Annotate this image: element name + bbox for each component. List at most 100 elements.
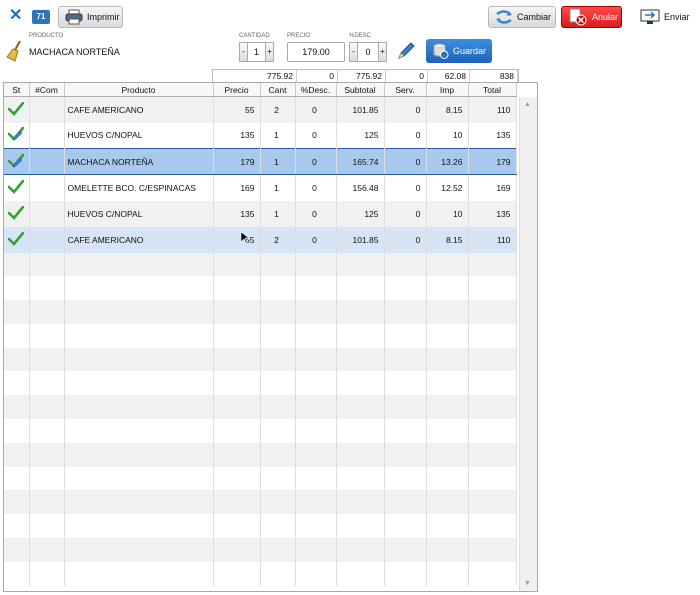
empty-cell (468, 371, 517, 396)
status-cell (4, 226, 30, 253)
cell-subtotal: 165.74 (336, 148, 385, 175)
table-row[interactable]: HUEVOS C/NOPAL 135 1 0 125 0 10 135 (4, 200, 517, 227)
quantity-decrement-button[interactable]: - (239, 42, 248, 62)
cell-desc: 0 (295, 226, 337, 253)
price-input[interactable]: 179.00 (287, 42, 345, 62)
empty-cell (295, 561, 337, 586)
empty-cell (468, 442, 517, 467)
empty-cell (64, 371, 214, 396)
column-header[interactable]: Serv. (384, 83, 427, 97)
check-icon (7, 205, 25, 220)
empty-cell (384, 347, 427, 372)
top-toolbar: ✕ 71 Imprimir Cambiar Anular Enviar (0, 0, 700, 34)
empty-cell (64, 419, 214, 443)
scroll-up-icon[interactable]: ▲ (524, 101, 531, 108)
empty-cell (295, 419, 337, 443)
cell-imp: 8.15 (426, 226, 469, 253)
cell-desc: 0 (295, 200, 337, 227)
empty-cell (384, 323, 427, 348)
column-header[interactable]: Precio (213, 83, 261, 97)
empty-cell (29, 561, 65, 586)
quantity-input[interactable]: 1 (248, 42, 265, 62)
empty-cell (336, 442, 385, 467)
empty-cell (295, 466, 337, 491)
empty-cell (468, 276, 517, 301)
empty-cell (260, 466, 296, 491)
table-row[interactable]: CAFE AMERICANO 55 2 0 101.85 0 8.15 110 (4, 226, 517, 253)
column-header[interactable]: Total (468, 83, 517, 97)
empty-cell (64, 347, 214, 372)
pencil-icon[interactable] (396, 41, 416, 61)
order-items-table: St #Com Producto Precio Cant %Desc. Subtotal Se… (3, 82, 538, 592)
empty-cell (468, 395, 517, 420)
cell-precio: 179 (213, 148, 261, 175)
empty-cell (4, 276, 30, 301)
column-header[interactable]: Subtotal (336, 83, 385, 97)
empty-cell (260, 395, 296, 420)
empty-cell (426, 538, 469, 562)
void-button[interactable]: Anular (561, 6, 622, 28)
discount-input[interactable]: 0 (358, 42, 378, 62)
column-header[interactable]: Imp (426, 83, 469, 97)
empty-cell (468, 538, 517, 562)
empty-cell (213, 323, 261, 348)
empty-cell (336, 466, 385, 491)
print-button[interactable]: Imprimir (58, 6, 123, 28)
scroll-down-icon[interactable]: ▼ (524, 580, 531, 587)
cell-com (29, 122, 65, 149)
discount-decrement-button[interactable]: - (349, 42, 358, 62)
send-button[interactable]: Enviar (633, 6, 690, 28)
cell-producto: CAFE AMERICANO (64, 226, 214, 253)
empty-cell (384, 395, 427, 420)
empty-cell (384, 466, 427, 491)
empty-cell (260, 347, 296, 372)
empty-cell (213, 395, 261, 420)
empty-cell (64, 466, 214, 491)
empty-cell (384, 561, 427, 586)
quantity-stepper: - 1 + (239, 42, 274, 62)
empty-cell (29, 466, 65, 491)
empty-cell (260, 252, 296, 277)
save-button[interactable]: Guardar (426, 39, 492, 63)
column-header[interactable]: #Com (29, 83, 65, 97)
vertical-scrollbar[interactable]: ▲ ▼ (519, 97, 537, 591)
table-row[interactable]: MACHACA NORTEÑA 179 1 0 165.74 0 13.26 179 (4, 148, 517, 175)
table-row[interactable]: HUEVOS C/NOPAL 135 1 0 125 0 10 135 (4, 122, 517, 149)
empty-cell (426, 323, 469, 348)
table-row[interactable]: OMELETTE BCO. C/ESPINACAS 169 1 0 156.48 0 12.… (4, 174, 517, 201)
change-button[interactable]: Cambiar (488, 6, 556, 28)
status-cell (4, 122, 30, 149)
table-row[interactable]: CAFE AMERICANO 55 2 0 101.85 0 8.15 110 (4, 96, 517, 123)
discount-increment-button[interactable]: + (378, 42, 387, 62)
empty-row (4, 466, 517, 491)
broom-icon[interactable] (6, 40, 26, 62)
column-header[interactable]: Producto (64, 83, 214, 97)
discount-label: %DESC (349, 33, 372, 39)
change-label: Cambiar (517, 12, 552, 22)
cell-producto: HUEVOS C/NOPAL (64, 200, 214, 227)
close-icon[interactable]: ✕ (9, 8, 22, 24)
cell-imp: 8.15 (426, 96, 469, 123)
check-edit-icon (7, 153, 25, 168)
empty-cell (336, 561, 385, 586)
empty-cell (468, 490, 517, 515)
column-header[interactable]: %Desc. (295, 83, 337, 97)
quantity-increment-button[interactable]: + (265, 42, 274, 62)
empty-row (4, 252, 517, 277)
empty-row (4, 276, 517, 301)
column-header[interactable]: St (4, 83, 30, 97)
empty-cell (4, 347, 30, 372)
empty-cell (64, 490, 214, 515)
cell-precio: 135 (213, 200, 261, 227)
empty-cell (295, 490, 337, 515)
empty-cell (64, 323, 214, 348)
status-cell (4, 200, 30, 227)
column-header[interactable]: Cant (260, 83, 296, 97)
cell-precio: 55 (213, 226, 261, 253)
empty-cell (4, 466, 30, 491)
empty-row (4, 490, 517, 515)
empty-cell (384, 252, 427, 277)
empty-cell (295, 371, 337, 396)
empty-cell (295, 395, 337, 420)
empty-cell (336, 252, 385, 277)
